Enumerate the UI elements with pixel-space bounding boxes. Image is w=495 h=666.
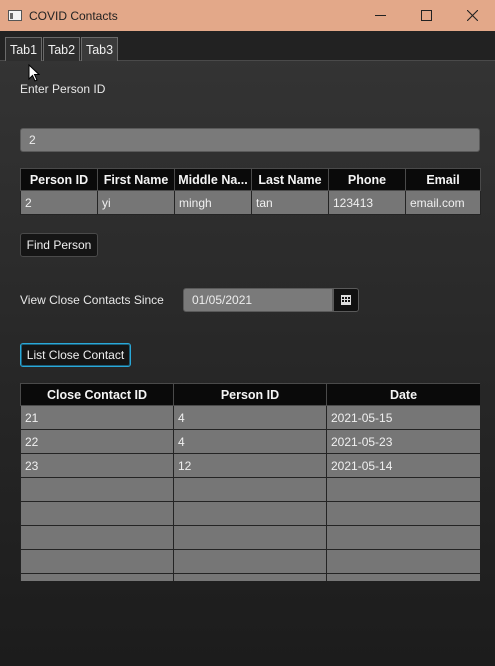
column-header[interactable]: Person ID	[20, 168, 98, 191]
mouse-cursor-icon	[28, 64, 40, 82]
person-table[interactable]: Person ID First Name Middle Na... Last N…	[20, 168, 481, 215]
table-cell[interactable]: 23	[20, 453, 174, 478]
app-icon	[8, 10, 22, 21]
column-header[interactable]: Last Name	[251, 168, 329, 191]
person-id-input[interactable]: 2	[20, 128, 480, 152]
column-header[interactable]: Middle Na...	[174, 168, 252, 191]
close-contacts-table-container[interactable]: Close Contact ID Person ID Date 21 4 202…	[20, 383, 480, 581]
empty-table-row	[20, 525, 480, 550]
column-header[interactable]: Close Contact ID	[20, 383, 174, 406]
maximize-button[interactable]	[403, 0, 449, 31]
window-title: COVID Contacts	[29, 8, 118, 23]
table-cell[interactable]: email.com	[405, 190, 481, 215]
tab-3[interactable]: Tab3	[81, 37, 118, 61]
view-close-contacts-since-label: View Close Contacts Since	[20, 293, 164, 307]
close-contacts-table[interactable]: Close Contact ID Person ID Date 21 4 202…	[20, 383, 480, 581]
list-close-contact-button[interactable]: List Close Contact	[20, 343, 131, 367]
column-header[interactable]: Phone	[328, 168, 406, 191]
column-header[interactable]: Email	[405, 168, 481, 191]
person-table-header: Person ID First Name Middle Na... Last N…	[20, 168, 481, 191]
calendar-button[interactable]	[333, 288, 359, 312]
minimize-icon	[374, 15, 386, 16]
table-cell[interactable]: 2021-05-14	[326, 453, 480, 478]
column-header[interactable]: First Name	[97, 168, 175, 191]
column-header[interactable]: Date	[326, 383, 480, 406]
empty-table-row	[20, 501, 480, 526]
table-cell[interactable]: 123413	[328, 190, 406, 215]
table-row[interactable]: 23 12 2021-05-14	[20, 453, 480, 478]
empty-table-row	[20, 477, 480, 502]
tab-1[interactable]: Tab1	[5, 37, 42, 61]
table-row[interactable]: 2 yi mingh tan 123413 email.com	[20, 190, 481, 215]
calendar-icon	[341, 295, 351, 305]
since-date-input[interactable]: 01/05/2021	[183, 288, 333, 312]
maximize-icon	[420, 10, 432, 21]
close-button[interactable]	[449, 0, 495, 31]
table-cell[interactable]: 2	[20, 190, 98, 215]
table-cell[interactable]: yi	[97, 190, 175, 215]
table-cell[interactable]: tan	[251, 190, 329, 215]
table-cell[interactable]: 12	[173, 453, 327, 478]
title-bar[interactable]: COVID Contacts	[0, 0, 495, 31]
table-cell[interactable]: 21	[20, 405, 174, 430]
find-person-button[interactable]: Find Person	[20, 233, 98, 257]
close-icon	[466, 10, 478, 21]
table-cell[interactable]: 4	[173, 429, 327, 454]
empty-table-row	[20, 573, 480, 581]
table-cell[interactable]: 22	[20, 429, 174, 454]
table-cell[interactable]: 2021-05-15	[326, 405, 480, 430]
column-header[interactable]: Person ID	[173, 383, 327, 406]
empty-table-row	[20, 549, 480, 574]
close-contacts-table-header: Close Contact ID Person ID Date	[20, 383, 480, 406]
table-row[interactable]: 22 4 2021-05-23	[20, 429, 480, 454]
tab-bar: Tab1 Tab2 Tab3	[0, 31, 495, 61]
table-cell[interactable]: 2021-05-23	[326, 429, 480, 454]
table-cell[interactable]: mingh	[174, 190, 252, 215]
tab-2[interactable]: Tab2	[43, 37, 80, 61]
enter-person-id-label: Enter Person ID	[20, 82, 106, 96]
minimize-button[interactable]	[357, 0, 403, 31]
date-picker[interactable]: 01/05/2021	[183, 288, 359, 312]
window-controls	[357, 0, 495, 31]
table-cell[interactable]: 4	[173, 405, 327, 430]
table-row[interactable]: 21 4 2021-05-15	[20, 405, 480, 430]
